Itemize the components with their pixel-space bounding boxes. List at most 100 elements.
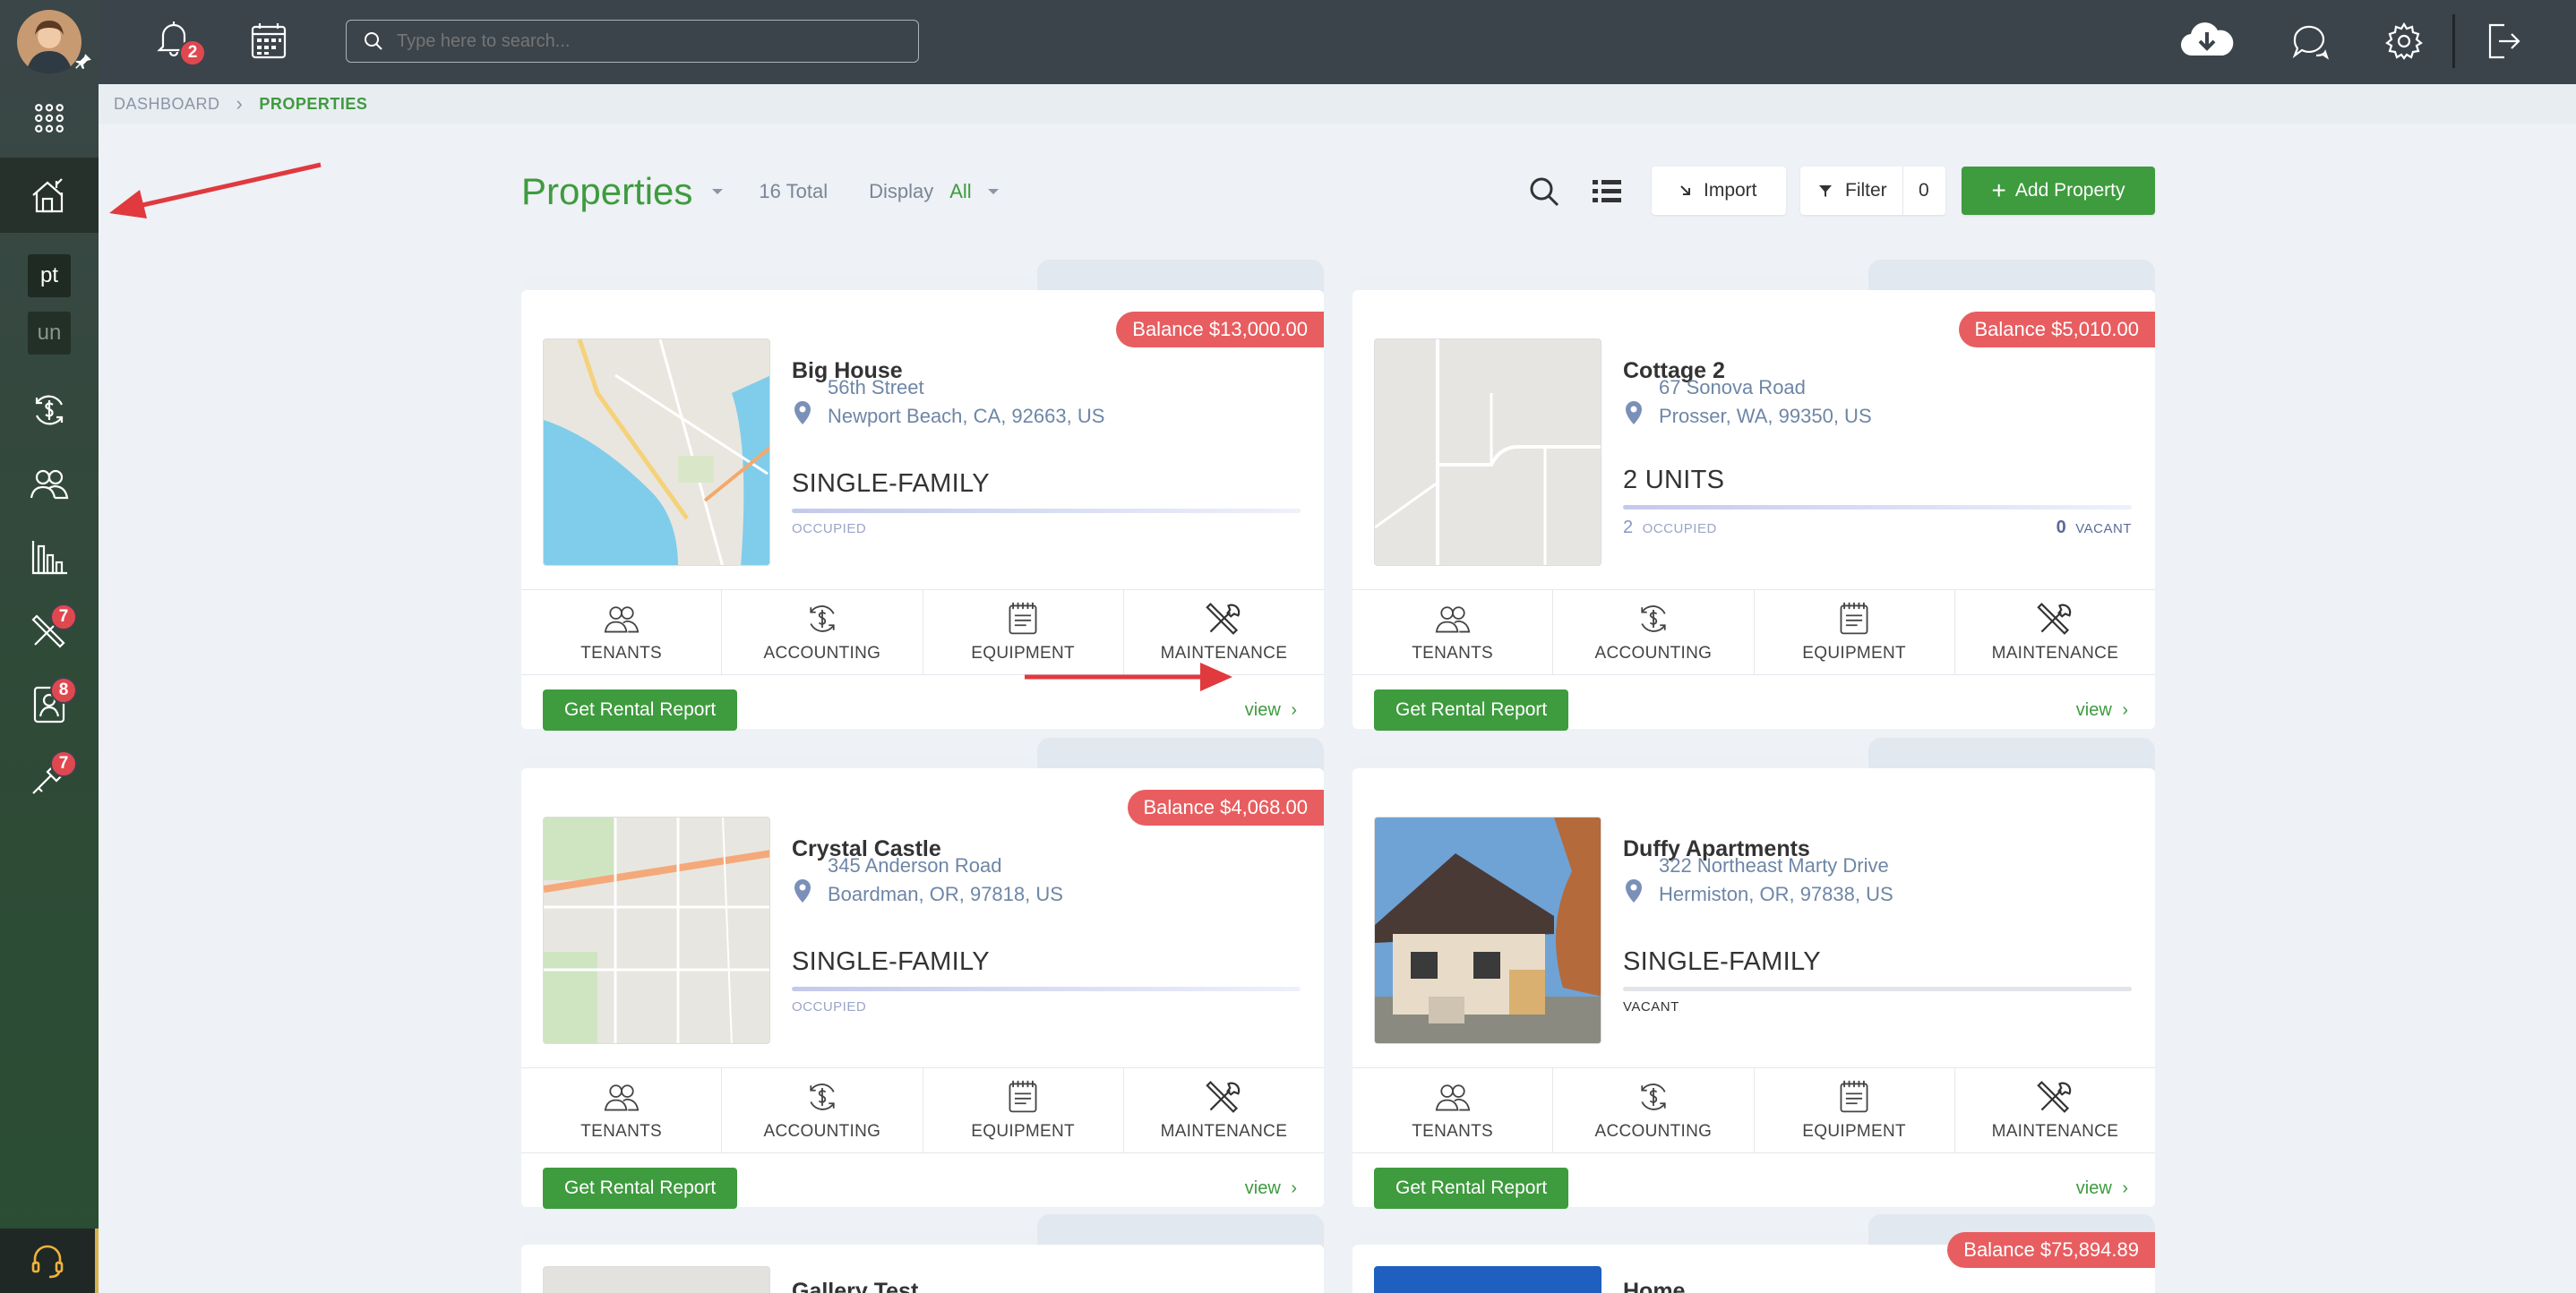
- user-avatar[interactable]: [0, 0, 99, 84]
- sidebar-item-contacts[interactable]: 8: [0, 668, 99, 740]
- sidebar-item-pt[interactable]: pt: [0, 251, 99, 301]
- view-link[interactable]: view ›: [2076, 1178, 2128, 1199]
- users-icon: [1435, 606, 1470, 633]
- house-icon: [32, 178, 64, 213]
- maintenance-label: MAINTENANCE: [1991, 1122, 2119, 1141]
- maintenance-badge: 7: [50, 604, 77, 630]
- accounting-action[interactable]: ACCOUNTING: [722, 590, 923, 674]
- vacant-label: VACANT: [2075, 521, 2132, 536]
- equipment-action[interactable]: EQUIPMENT: [1755, 1068, 1955, 1152]
- sidebar-item-un[interactable]: un: [0, 308, 99, 358]
- property-card: Duffy Apartments 322 Northeast Marty Dri…: [1352, 738, 2155, 1209]
- vacant-status: 0 VACANT: [2057, 518, 2132, 538]
- maintenance-action[interactable]: MAINTENANCE: [1955, 1068, 2155, 1152]
- view-link[interactable]: view ›: [2076, 700, 2128, 721]
- maintenance-action[interactable]: MAINTENANCE: [1124, 1068, 1324, 1152]
- get-rental-report-button[interactable]: Get Rental Report: [543, 1168, 738, 1209]
- property-street: 345 Anderson Road: [828, 854, 1002, 877]
- sidebar-item-properties[interactable]: [0, 158, 99, 233]
- property-map-thumbnail[interactable]: [1374, 338, 1601, 566]
- equipment-label: EQUIPMENT: [971, 644, 1075, 663]
- chevron-right-icon: ›: [1291, 1178, 1297, 1198]
- arrow-to-sidebar-icon: [109, 162, 322, 218]
- page-header: Properties 16 Total Display All: [521, 165, 1000, 218]
- accounting-action[interactable]: ACCOUNTING: [722, 1068, 923, 1152]
- logout-button[interactable]: [2483, 21, 2522, 63]
- accounting-label: ACCOUNTING: [763, 644, 881, 663]
- download-button[interactable]: [2178, 20, 2236, 63]
- property-card: Gallery Test: [521, 1214, 1324, 1293]
- sidebar-item-tools[interactable]: 7: [0, 741, 99, 813]
- settings-button[interactable]: [2384, 21, 2426, 63]
- gear-icon: [2385, 21, 2423, 60]
- property-name[interactable]: Home: [1623, 1279, 1685, 1293]
- maintenance-action[interactable]: MAINTENANCE: [1955, 590, 2155, 674]
- notifications-button[interactable]: 2: [154, 18, 206, 68]
- grid-icon: [35, 104, 64, 133]
- maintenance-label: MAINTENANCE: [1160, 1122, 1288, 1141]
- balance-badge: Balance $5,010.00: [1958, 312, 2155, 347]
- get-rental-report-button[interactable]: Get Rental Report: [1374, 689, 1569, 731]
- un-label: un: [28, 312, 71, 355]
- filter-count: 0: [1919, 180, 1929, 201]
- chat-icon: [2292, 25, 2330, 60]
- contacts-badge: 8: [50, 677, 77, 704]
- property-map-thumbnail[interactable]: [543, 1266, 770, 1293]
- tenants-action[interactable]: TENANTS: [1352, 590, 1554, 674]
- sidebar-item-tenants[interactable]: [0, 448, 99, 519]
- display-select[interactable]: All: [949, 180, 971, 203]
- get-rental-report-button[interactable]: Get Rental Report: [543, 689, 738, 731]
- maintenance-action[interactable]: MAINTENANCE: [1124, 590, 1324, 674]
- property-map-thumbnail[interactable]: [543, 817, 770, 1044]
- view-link[interactable]: view ›: [1245, 700, 1297, 721]
- breadcrumb-dashboard[interactable]: DASHBOARD: [114, 95, 220, 114]
- property-photo-thumbnail[interactable]: [1374, 817, 1601, 1044]
- filter-button[interactable]: Filter 0: [1800, 167, 1945, 215]
- tenants-action[interactable]: TENANTS: [521, 1068, 723, 1152]
- display-dropdown-icon[interactable]: [986, 187, 1000, 196]
- property-city: Prosser, WA, 99350, US: [1659, 405, 1872, 427]
- tenants-action[interactable]: TENANTS: [521, 590, 723, 674]
- property-photo-thumbnail[interactable]: [1374, 1266, 1601, 1293]
- clipboard-icon: [1009, 602, 1037, 635]
- property-card: Balance $75,894.89 Home: [1352, 1214, 2155, 1293]
- map-image: [1375, 339, 1601, 565]
- total-count: 16 Total: [759, 180, 829, 202]
- property-map-thumbnail[interactable]: [543, 338, 770, 566]
- clipboard-icon: [1840, 1080, 1868, 1113]
- accounting-action[interactable]: ACCOUNTING: [1553, 590, 1755, 674]
- view-label: view: [1244, 700, 1281, 720]
- import-button[interactable]: Import: [1652, 167, 1786, 215]
- title-dropdown-icon[interactable]: [710, 187, 725, 196]
- get-rental-report-button[interactable]: Get Rental Report: [1374, 1168, 1569, 1209]
- sidebar-item-accounting[interactable]: [0, 374, 99, 446]
- equipment-action[interactable]: EQUIPMENT: [923, 1068, 1124, 1152]
- calendar-button[interactable]: [249, 21, 288, 61]
- balance-badge: Balance $75,894.89: [1947, 1232, 2155, 1268]
- list-view-button[interactable]: [1593, 177, 1621, 206]
- support-button[interactable]: [0, 1229, 99, 1293]
- chat-button[interactable]: [2289, 21, 2331, 63]
- search-bar[interactable]: [346, 20, 919, 63]
- sidebar-item-reports[interactable]: [0, 521, 99, 593]
- tools-icon: [2037, 603, 2072, 635]
- sidebar-item-maintenance[interactable]: 7: [0, 595, 99, 666]
- view-label: view: [2075, 1178, 2112, 1198]
- property-city: Newport Beach, CA, 92663, US: [828, 405, 1105, 427]
- equipment-action[interactable]: EQUIPMENT: [1755, 590, 1955, 674]
- property-card: Balance $4,068.00 Crystal Castle 345 And…: [521, 738, 1324, 1209]
- search-input[interactable]: [397, 30, 898, 52]
- apps-grid-button[interactable]: [0, 90, 99, 147]
- view-link[interactable]: view ›: [1245, 1178, 1297, 1199]
- property-type: SINGLE-FAMILY: [1623, 947, 1821, 976]
- equipment-action[interactable]: EQUIPMENT: [923, 590, 1124, 674]
- search-button[interactable]: [1528, 176, 1560, 208]
- property-actions: TENANTS ACCOUNTING EQUIPMENT MAINTENANCE: [1352, 589, 2155, 675]
- filter-divider: [1902, 167, 1903, 215]
- chevron-right-icon: ›: [2122, 1178, 2128, 1198]
- property-name[interactable]: Gallery Test: [792, 1279, 918, 1293]
- accounting-icon: [1641, 1083, 1666, 1110]
- add-property-button[interactable]: + Add Property: [1962, 167, 2155, 215]
- tenants-action[interactable]: TENANTS: [1352, 1068, 1554, 1152]
- accounting-action[interactable]: ACCOUNTING: [1553, 1068, 1755, 1152]
